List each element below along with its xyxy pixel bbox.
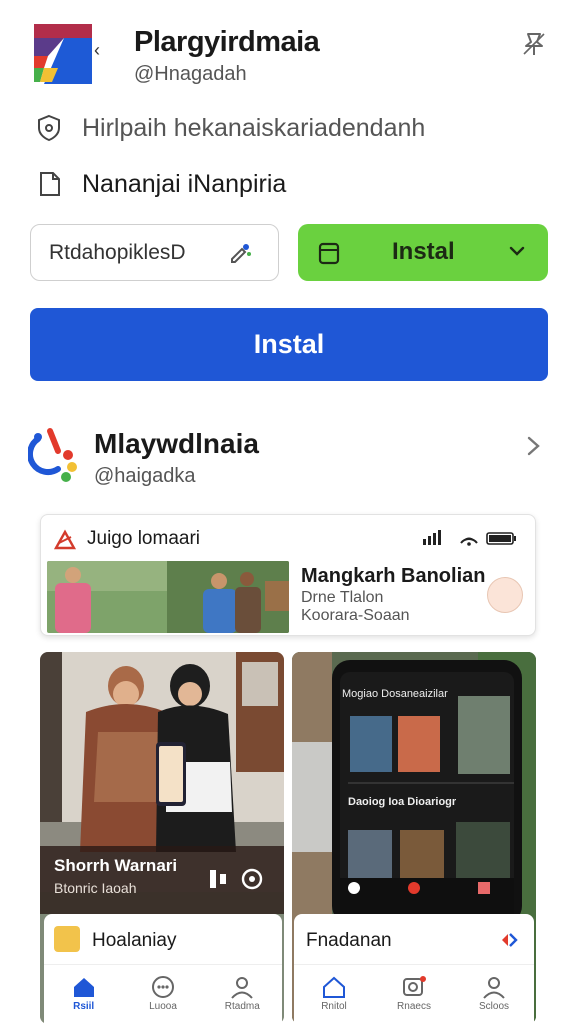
chat-icon (151, 976, 174, 998)
nav-left-home-label: Rsiil (73, 1001, 95, 1012)
feature-card[interactable]: Juigo lomaari Mangkarh Banolian Drne Tla… (40, 514, 536, 636)
nav-left-chat[interactable]: Luooa (131, 975, 195, 1012)
nav-left-home[interactable]: Rsiil (52, 975, 116, 1012)
info-rating-text: Hirlpaih hekanaiskariadendanh (82, 113, 426, 142)
nav-right-home-label: Rnitol (321, 1001, 347, 1012)
info-row-category: Nananjai iNanpiria (34, 164, 286, 204)
bottom-card-right-title: Fnadanan (306, 930, 392, 951)
share-icon[interactable] (498, 930, 520, 950)
package-icon (318, 242, 340, 265)
feature-photo (47, 561, 289, 633)
person-icon (231, 977, 254, 999)
section-logo (28, 428, 77, 482)
feature-headline: Mangkarh Banolian (301, 565, 486, 587)
home-icon (323, 976, 345, 998)
phone-section-text: Daoiog Ioa Dioariogr (348, 796, 457, 808)
nav-right-search[interactable]: Rnaecs (382, 975, 446, 1012)
code-input[interactable]: RtdahopiklesD (30, 224, 279, 281)
tile-left-actions-icon[interactable] (208, 866, 268, 892)
code-input-value[interactable]: RtdahopiklesD (49, 241, 186, 265)
install-button[interactable]: Instal (30, 308, 548, 381)
nav-right-profile[interactable]: Scloos (462, 975, 526, 1012)
install-split-label[interactable]: Instal (392, 238, 455, 266)
chevron-right-icon[interactable] (524, 434, 544, 458)
app-handle: @Hnagadah (134, 63, 247, 85)
nav-right-profile-label: Scloos (478, 1001, 509, 1012)
app-logo (34, 24, 92, 84)
bottom-nav-left: Rsiil Luooa Rtadma (44, 964, 282, 1024)
chevron-down-icon[interactable] (508, 244, 526, 258)
search-icon (403, 976, 426, 996)
feature-line-2: Koorara-Soaan (301, 607, 410, 624)
feature-line-1: Drne Tlalon (301, 589, 384, 606)
feature-avatar[interactable] (487, 577, 523, 613)
feature-logo-icon (53, 529, 77, 550)
app-header: ‹ Plargyirdmaia @Hnagadah (0, 0, 576, 100)
phone-header-text: Mogiao Dosaneaizilar (342, 688, 448, 700)
tile-left-caption: Shorrh Warnari Btonric Iaoah (40, 846, 284, 914)
bottom-card-left-thumb (54, 926, 80, 952)
nav-right-search-label: Rnaecs (397, 1001, 431, 1012)
tile-left-caption-title: Shorrh Warnari (54, 856, 178, 875)
status-bar-icon (423, 530, 516, 546)
back-chevron-icon[interactable]: ‹ (94, 40, 100, 61)
app-name: Plargyirdmaia (134, 26, 320, 58)
section-title: Mlaywdlnaia (94, 428, 259, 459)
nav-left-chat-label: Luooa (149, 1001, 177, 1012)
section-handle: @haigadka (94, 465, 196, 487)
person-icon (483, 977, 505, 999)
nav-left-profile-label: Rtadma (224, 1001, 260, 1012)
home-icon (73, 978, 94, 997)
feature-title: Juigo lomaari (87, 528, 200, 549)
bottom-nav-right: Rnitol Rnaecs Scloos (294, 964, 534, 1024)
tile-left-caption-sub: Btonric Iaoah (54, 880, 137, 896)
nav-left-profile[interactable]: Rtadma (210, 975, 274, 1012)
nav-right-home[interactable]: Rnitol (302, 975, 366, 1012)
info-row-rating: Hirlpaih hekanaiskariadendanh (34, 108, 425, 148)
shield-icon (38, 114, 60, 142)
edit-icon[interactable] (228, 241, 252, 265)
info-category-text: Nananjai iNanpiria (82, 169, 287, 198)
bottom-card-left-title: Hoalaniay (92, 930, 177, 951)
install-split-button[interactable]: Instal (298, 224, 548, 281)
pin-icon[interactable] (520, 30, 548, 58)
document-icon (40, 172, 60, 196)
